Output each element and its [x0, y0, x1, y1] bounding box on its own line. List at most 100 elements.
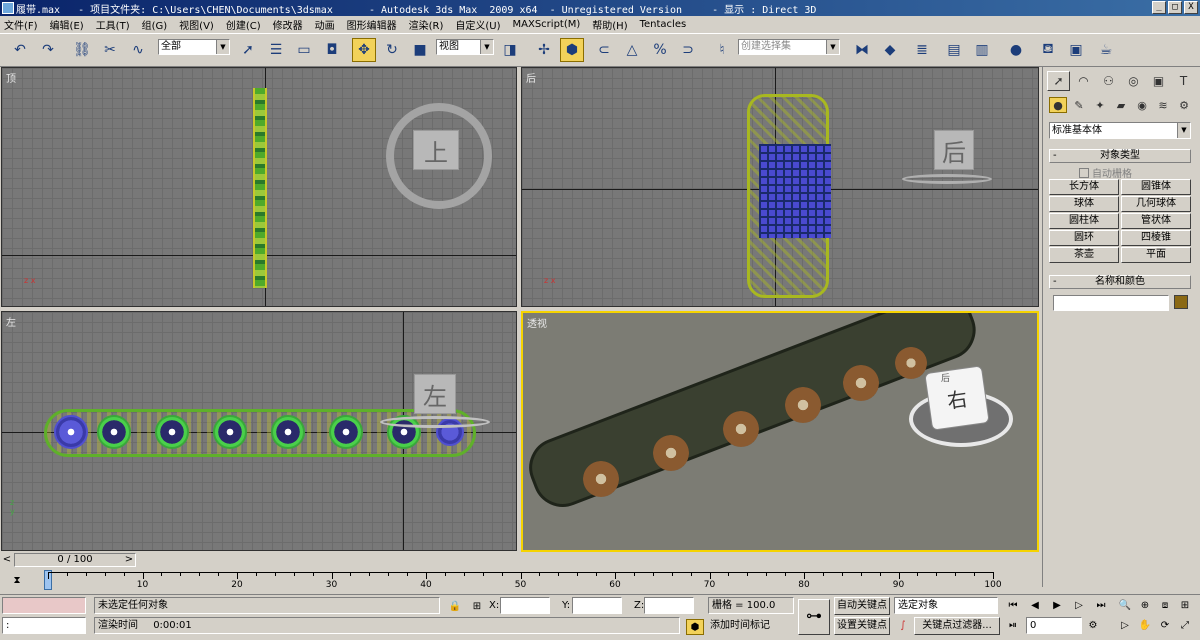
name-color-rollout[interactable]: - 名称和颜色 — [1049, 275, 1191, 289]
schematic-view-icon[interactable]: ▥ — [970, 38, 994, 62]
time-tag-icon[interactable]: ⬢ — [686, 619, 704, 635]
select-manipulate-icon[interactable]: ✢ — [532, 38, 556, 62]
lights-icon[interactable]: ✦ — [1091, 97, 1109, 113]
arc-rotate-icon[interactable]: ⟳ — [1156, 617, 1174, 633]
menu-animation[interactable]: 动画 — [315, 17, 335, 32]
pyramid-button[interactable]: 四棱锥 — [1121, 230, 1191, 246]
keyboard-shortcut-icon[interactable]: ⬢ — [560, 38, 584, 62]
viewport-left[interactable]: 左 左 zy — [1, 311, 517, 551]
maximize-viewport-icon[interactable]: ⤢ — [1176, 617, 1194, 633]
hierarchy-tab-icon[interactable]: ⚇ — [1097, 71, 1120, 91]
snap-icon[interactable]: ⊂ — [592, 38, 616, 62]
menu-tools[interactable]: 工具(T) — [96, 17, 130, 32]
cone-button[interactable]: 圆锥体 — [1121, 179, 1191, 195]
align-icon[interactable]: ◆ — [878, 38, 902, 62]
menu-rendering[interactable]: 渲染(R) — [409, 17, 444, 32]
select-object-icon[interactable]: ➚ — [236, 38, 260, 62]
time-config-icon[interactable]: ⚙ — [1084, 617, 1102, 633]
select-move-icon[interactable]: ✥ — [352, 38, 376, 62]
next-frame-icon[interactable]: ▷ — [1070, 597, 1088, 613]
wheel-icon[interactable] — [213, 415, 247, 449]
cylinder-button[interactable]: 圆柱体 — [1049, 213, 1119, 229]
pan-icon[interactable]: ✋ — [1136, 617, 1154, 633]
cameras-icon[interactable]: ▰ — [1112, 97, 1130, 113]
time-next-button[interactable]: > — [122, 552, 136, 566]
tube-button[interactable]: 管状体 — [1121, 213, 1191, 229]
zoom-extents-icon[interactable]: ⧈ — [1156, 597, 1174, 613]
menu-customize[interactable]: 自定义(U) — [455, 17, 500, 32]
undo-icon[interactable]: ↶ — [8, 38, 32, 62]
object-name-input[interactable] — [1053, 295, 1169, 311]
lock-selection-icon[interactable]: 🔒 — [446, 598, 464, 614]
menu-group[interactable]: 组(G) — [142, 17, 168, 32]
track-mesh-top[interactable] — [253, 88, 267, 288]
close-button[interactable]: X — [1184, 1, 1198, 14]
current-frame-input[interactable]: 0 — [1026, 617, 1082, 634]
spacewarps-icon[interactable]: ≋ — [1154, 97, 1172, 113]
object-color-swatch[interactable] — [1174, 295, 1188, 309]
viewport-back[interactable]: 后 后 z x — [521, 67, 1039, 307]
auto-key-button[interactable]: 自动关键点 — [834, 597, 890, 615]
material-editor-icon[interactable]: ● — [1004, 38, 1028, 62]
prev-frame-icon[interactable]: ◀ — [1026, 597, 1044, 613]
render-setup-icon[interactable]: ⛾ — [1036, 38, 1060, 62]
y-coord-input[interactable] — [572, 597, 622, 614]
key-mode-toggle-icon[interactable]: ⏯ — [1004, 617, 1022, 633]
systems-icon[interactable]: ⚙ — [1175, 97, 1193, 113]
key-tangent-icon[interactable]: ∫ — [894, 617, 912, 633]
goto-end-icon[interactable]: ⏭ — [1092, 597, 1110, 613]
viewcube[interactable]: 右 — [924, 365, 990, 431]
select-by-name-icon[interactable]: ☰ — [264, 38, 288, 62]
zoom-extents-all-icon[interactable]: ⊞ — [1176, 597, 1194, 613]
box-button[interactable]: 长方体 — [1049, 179, 1119, 195]
goto-start-icon[interactable]: ⏮ — [1004, 597, 1022, 613]
menu-create[interactable]: 创建(C) — [226, 17, 261, 32]
helpers-icon[interactable]: ◉ — [1133, 97, 1151, 113]
ref-coord-dropdown[interactable]: 视图 ▼ — [436, 39, 494, 55]
time-slider[interactable]: 0 / 100 — [14, 553, 136, 567]
display-tab-icon[interactable]: ▣ — [1147, 71, 1170, 91]
torus-button[interactable]: 圆环 — [1049, 230, 1119, 246]
object-type-rollout[interactable]: - 对象类型 — [1049, 149, 1191, 163]
menu-edit[interactable]: 编辑(E) — [50, 17, 84, 32]
transform-mode-icon[interactable]: ⊞ — [468, 598, 486, 614]
menu-file[interactable]: 文件(F) — [4, 17, 38, 32]
create-tab-icon[interactable]: ➚ — [1047, 71, 1070, 91]
menu-modifiers[interactable]: 修改器 — [273, 17, 303, 32]
angle-snap-icon[interactable]: △ — [620, 38, 644, 62]
menu-maxscript[interactable]: MAXScript(M) — [513, 19, 581, 30]
menu-help[interactable]: 帮助(H) — [592, 17, 627, 32]
pivot-center-icon[interactable]: ◨ — [498, 38, 522, 62]
viewcube-ring[interactable] — [380, 416, 490, 428]
viewcube[interactable]: 左 — [414, 374, 456, 414]
maximize-button[interactable]: □ — [1168, 1, 1182, 14]
x-coord-input[interactable] — [500, 597, 550, 614]
time-prev-button[interactable]: < — [0, 552, 14, 566]
play-icon[interactable]: ▶ — [1048, 597, 1066, 613]
add-time-tag[interactable]: 添加时间标记 — [710, 617, 770, 634]
geosphere-button[interactable]: 几何球体 — [1121, 196, 1191, 212]
percent-snap-icon[interactable]: % — [648, 38, 672, 62]
unlink-icon[interactable]: ✂ — [98, 38, 122, 62]
rect-selection-icon[interactable]: ▭ — [292, 38, 316, 62]
redo-icon[interactable]: ↷ — [36, 38, 60, 62]
spinner-snap-icon[interactable]: ⊃ — [676, 38, 700, 62]
rendered-frame-icon[interactable]: ▣ — [1064, 38, 1088, 62]
geometry-icon[interactable]: ● — [1049, 97, 1067, 113]
track-bar[interactable]: ⧗ 10 20 30 40 50 60 70 80 90 100 — [0, 568, 1040, 594]
category-dropdown[interactable]: 标准基本体 ▼ — [1049, 122, 1191, 139]
z-coord-input[interactable] — [644, 597, 694, 614]
wheel-mesh-back[interactable] — [759, 144, 831, 238]
mirror-icon[interactable]: ⧓ — [850, 38, 874, 62]
edit-named-selections-icon[interactable]: ♮ — [710, 38, 734, 62]
viewport-perspective[interactable]: 透视 右 后 — [521, 311, 1039, 552]
utilities-tab-icon[interactable]: T — [1172, 71, 1195, 91]
window-crossing-icon[interactable]: ◘ — [320, 38, 344, 62]
key-icon[interactable]: ⊶ — [798, 599, 830, 635]
set-key-button[interactable]: 设置关键点 — [834, 617, 890, 635]
zoom-all-icon[interactable]: ⊕ — [1136, 597, 1154, 613]
plane-button[interactable]: 平面 — [1121, 247, 1191, 263]
link-icon[interactable]: ⛓ — [70, 38, 94, 62]
key-mode-dropdown[interactable]: 选定对象 — [894, 597, 998, 614]
track-filter-icon[interactable]: ⧗ — [8, 572, 26, 588]
